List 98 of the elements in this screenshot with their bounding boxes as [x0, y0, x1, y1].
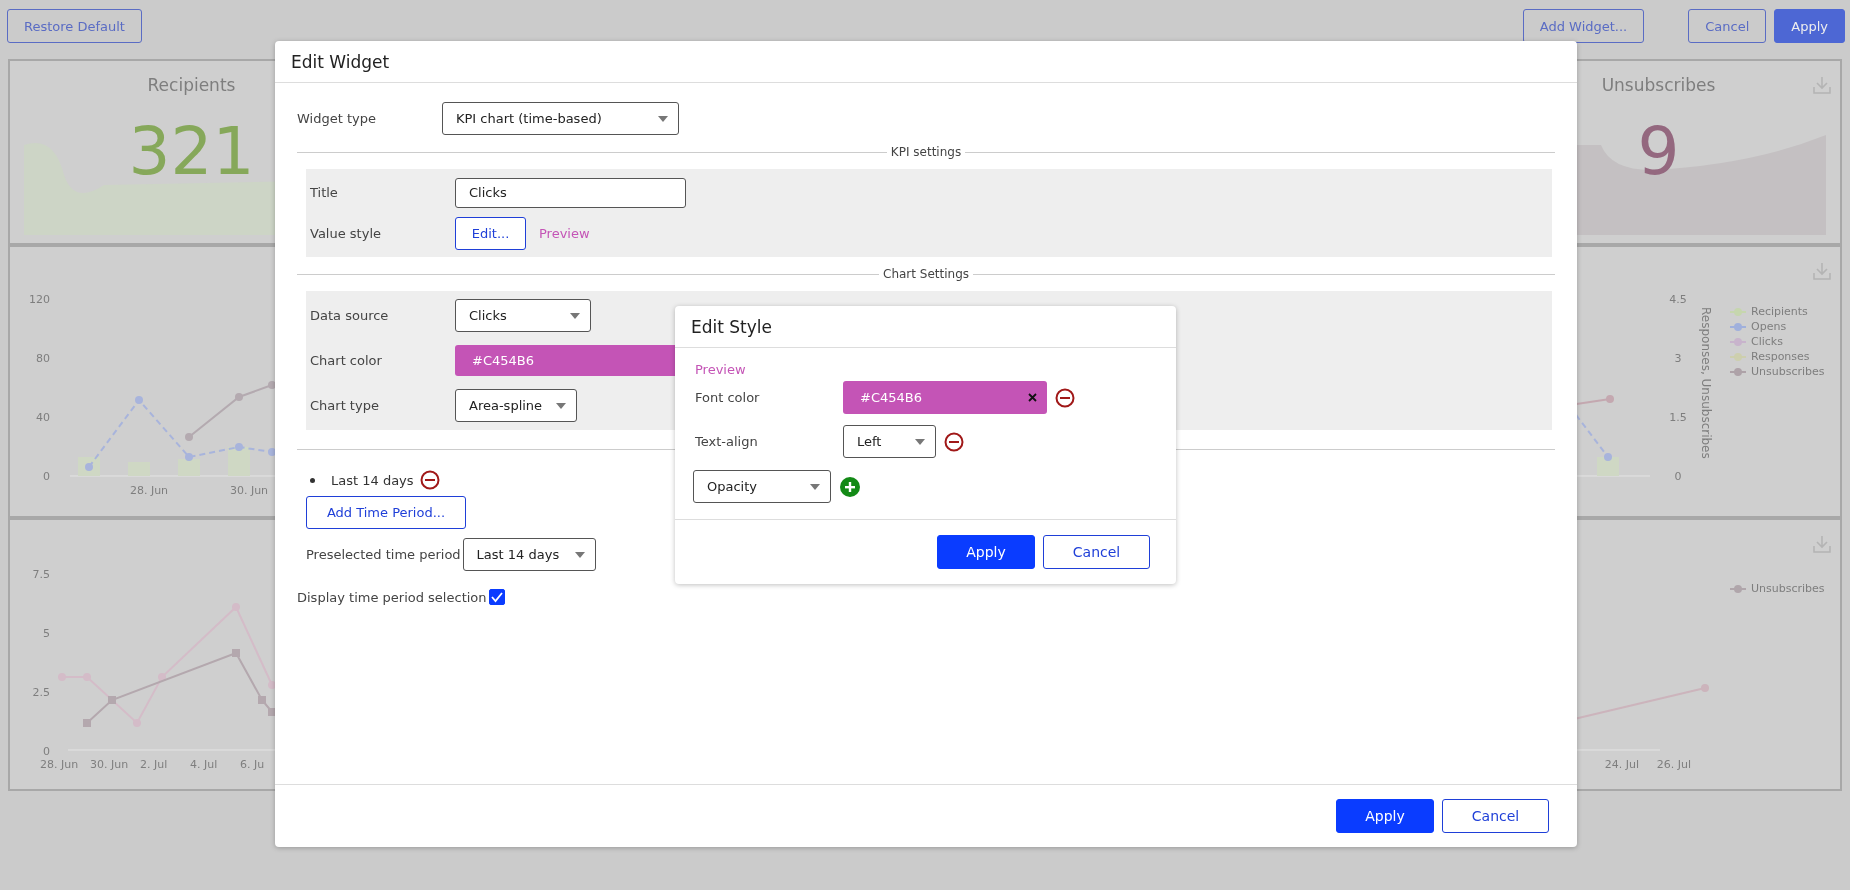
- color-field[interactable]: #C454B6: [843, 381, 1047, 414]
- text-field[interactable]: Clicks: [455, 177, 686, 208]
- axis-label: 30. Jun: [90, 758, 129, 771]
- field-label: Preselected time period: [306, 547, 461, 562]
- caret-icon: [658, 115, 668, 122]
- dropdown[interactable]: Last 14 days: [462, 538, 596, 571]
- bar: [178, 459, 200, 476]
- caret-icon: [570, 312, 580, 319]
- legend-label: Unsubscribes: [1751, 582, 1825, 596]
- preview-text: Preview: [539, 226, 590, 241]
- axis-label: 7.5: [32, 568, 50, 581]
- caret-icon: [810, 483, 820, 490]
- bar: [228, 447, 250, 476]
- field-label: Value style: [310, 226, 382, 241]
- bullet-icon: [310, 477, 315, 483]
- section-title: Chart Settings: [883, 267, 969, 281]
- dialog-button[interactable]: Cancel: [1442, 799, 1549, 833]
- field-label: Font color: [695, 390, 761, 405]
- field-label: Title: [310, 185, 339, 200]
- data-point: [268, 681, 276, 689]
- axis-label: 80: [36, 352, 50, 365]
- kpi-value: 9: [1637, 113, 1680, 190]
- axis-label: 4. Jul: [190, 758, 218, 771]
- axis-label: 6. Ju: [240, 758, 265, 771]
- field-label: Text-align: [695, 434, 759, 449]
- axis-label: 1.5: [1669, 411, 1687, 424]
- dialog-button[interactable]: Apply: [937, 535, 1035, 569]
- edit-button[interactable]: Edit...: [455, 217, 526, 250]
- data-point: [268, 448, 276, 456]
- minus-icon[interactable]: [419, 470, 440, 490]
- bar: [1597, 457, 1619, 476]
- caret-icon: [556, 402, 566, 409]
- axis-label: 28. Jun: [40, 758, 79, 771]
- data-point: [258, 696, 266, 704]
- dialog-button[interactable]: Cancel: [1043, 535, 1150, 569]
- data-point: [135, 396, 143, 404]
- data-point: [235, 443, 243, 451]
- minus-icon[interactable]: [1055, 387, 1075, 408]
- dropdown[interactable]: Area-spline: [455, 389, 577, 422]
- data-point: [158, 673, 166, 681]
- data-point: [108, 696, 116, 704]
- data-point: [1604, 453, 1612, 461]
- axis-label: 4.5: [1669, 293, 1687, 306]
- section-title: KPI settings: [890, 145, 962, 159]
- axis-label: 26. Jul: [1656, 758, 1692, 771]
- axis-label: 0: [1674, 470, 1682, 483]
- dropdown[interactable]: Opacity: [693, 470, 831, 503]
- axis-label: 0: [43, 745, 50, 758]
- caret-icon: [915, 438, 925, 445]
- axis-label: 2.5: [32, 686, 50, 699]
- data-point: [185, 453, 193, 461]
- dialog-button[interactable]: Apply: [1336, 799, 1434, 833]
- legend-label: Clicks: [1751, 335, 1783, 349]
- field-label: Chart color: [310, 353, 383, 368]
- data-point: [232, 649, 240, 657]
- axis-label: Responses, Unsubscribes: [1699, 307, 1713, 459]
- dialog-title: Edit Widget: [275, 41, 1577, 83]
- checkbox[interactable]: [488, 589, 505, 605]
- toolbar-button[interactable]: Apply: [1774, 9, 1845, 43]
- preview-text: Preview: [695, 362, 747, 377]
- add-icon[interactable]: [840, 476, 860, 497]
- data-point: [83, 719, 91, 727]
- axis-label: 24. Jul: [1604, 758, 1640, 771]
- axis-label: 120: [29, 293, 50, 306]
- data-point: [268, 381, 276, 389]
- data-point: [235, 393, 243, 401]
- axis-label: 3: [1674, 352, 1682, 365]
- data-point: [1701, 684, 1709, 692]
- axis-label: 0: [43, 470, 50, 483]
- field-label: Data source: [310, 308, 390, 323]
- clear-icon[interactable]: [1028, 393, 1037, 402]
- legend-label: Opens: [1751, 320, 1787, 334]
- list-item: Last 14 days: [331, 472, 414, 488]
- checkbox-label: Display time period selection: [297, 589, 487, 605]
- legend-label: Responses: [1751, 350, 1810, 364]
- data-point: [85, 463, 93, 471]
- minus-icon[interactable]: [944, 431, 964, 452]
- data-point: [1606, 395, 1614, 403]
- field-label: Chart type: [310, 398, 380, 413]
- dropdown[interactable]: Left: [843, 425, 936, 458]
- add-button[interactable]: Add Time Period...: [306, 496, 466, 529]
- widget-title: Unsubscribes: [1601, 75, 1716, 95]
- check-icon: [490, 591, 503, 603]
- axis-label: 28. Jun: [129, 484, 169, 497]
- legend-label: Unsubscribes: [1751, 365, 1825, 379]
- axis-label: 40: [36, 411, 50, 424]
- kpi-value: 321: [128, 113, 255, 190]
- axis-label: 5: [43, 627, 50, 640]
- dropdown[interactable]: KPI chart (time-based): [442, 102, 679, 135]
- data-point: [185, 433, 193, 441]
- field-label: Widget type: [297, 111, 377, 126]
- legend-label: Recipients: [1751, 305, 1808, 319]
- dropdown[interactable]: Clicks: [455, 299, 591, 332]
- caret-icon: [574, 551, 585, 558]
- axis-label: 2. Jul: [140, 758, 168, 771]
- widget-title: Recipients: [147, 75, 236, 95]
- axis-label: 30. Jun: [229, 484, 269, 497]
- dialog-title: Edit Style: [675, 306, 1176, 348]
